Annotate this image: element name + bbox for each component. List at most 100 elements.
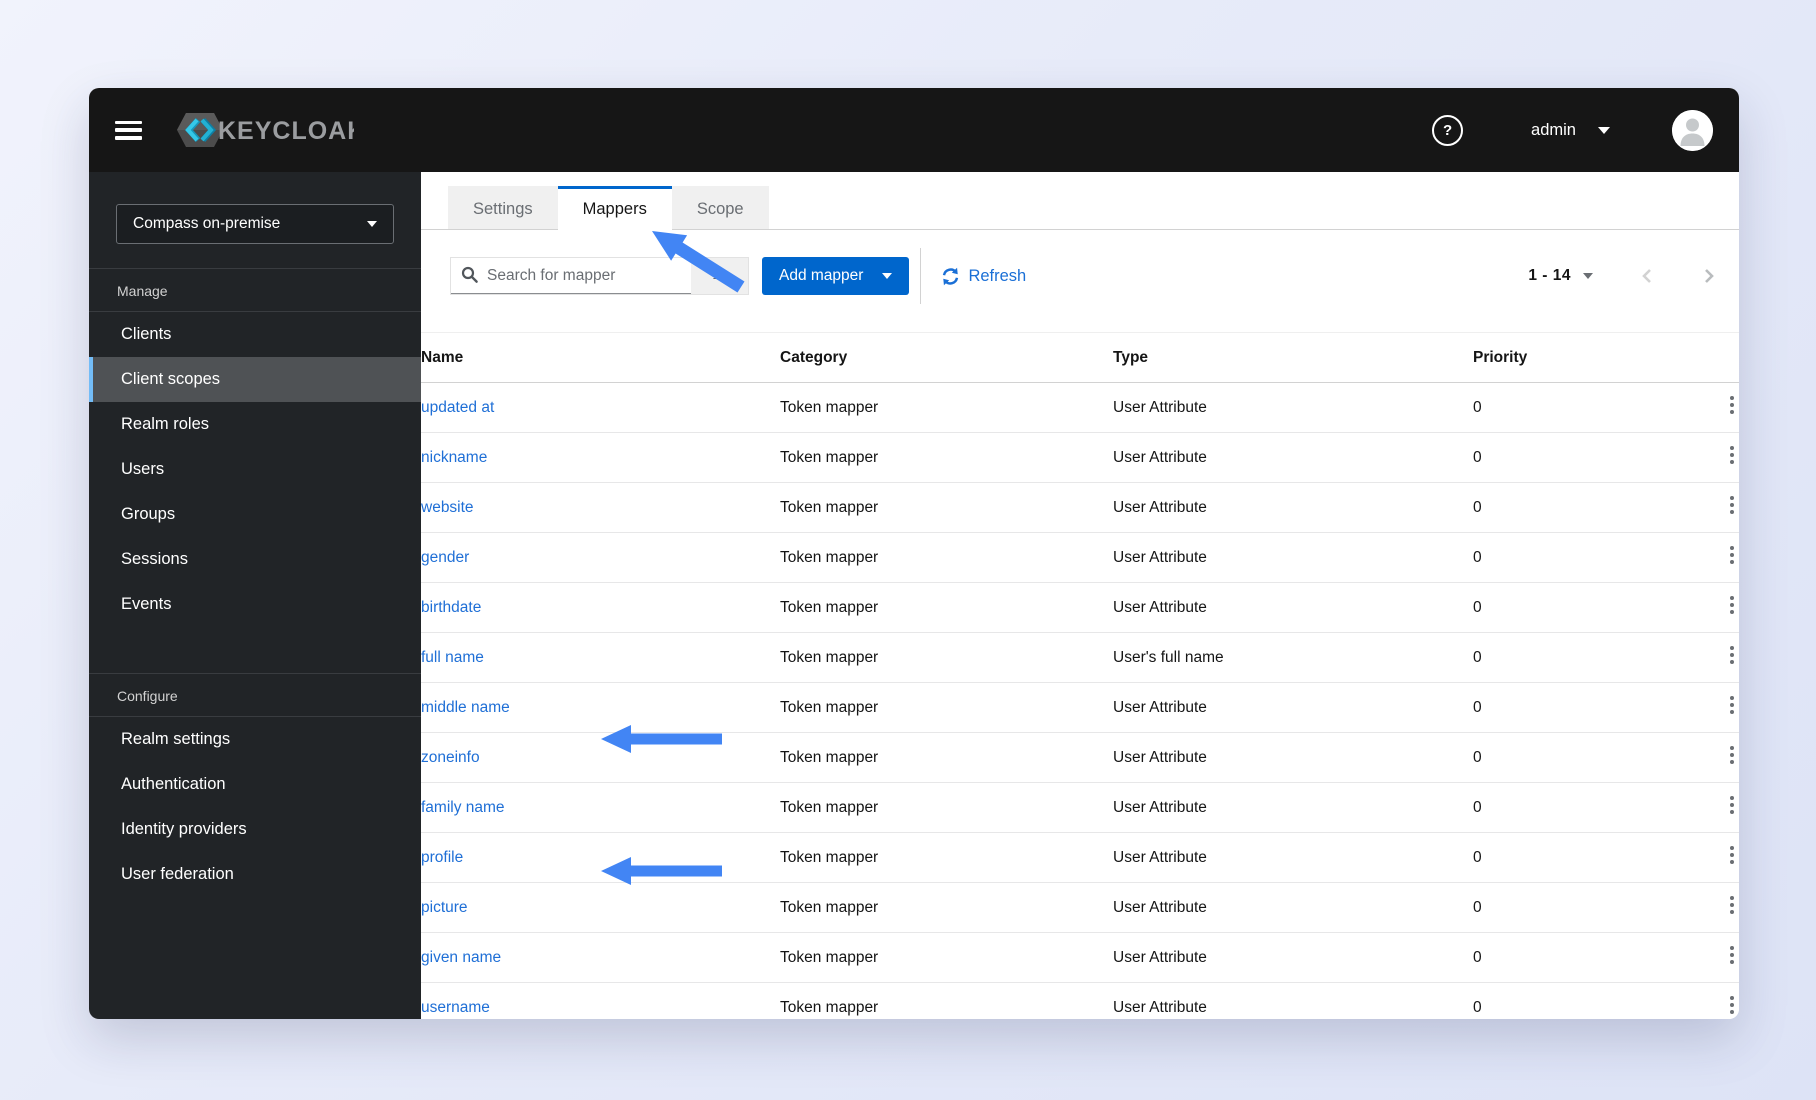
sidebar: Compass on-premise Manage Clients Client … [89,172,421,1019]
column-header-actions [1653,332,1739,383]
mapper-link[interactable]: birthdate [421,599,481,616]
sidebar-item-realm-settings[interactable]: Realm settings [89,717,421,762]
table-row: updated at Token mapper User Attribute 0 [421,382,1739,433]
kebab-menu-icon[interactable] [1725,546,1739,564]
tab-mappers[interactable]: Mappers [557,186,672,230]
mapper-link[interactable]: gender [421,549,469,566]
kebab-menu-icon[interactable] [1725,846,1739,864]
kebab-menu-icon[interactable] [1725,596,1739,614]
mapper-link[interactable]: profile [421,849,463,866]
tab-scope[interactable]: Scope [671,186,769,230]
main-content: SettingsMappersScope → [421,172,1739,1019]
masthead: KEYCLOAK ? admin [89,88,1739,172]
mapper-link[interactable]: website [421,499,474,516]
cell-priority: 0 [1473,932,1653,983]
cell-type: User Attribute [1113,732,1473,783]
cell-type: User Attribute [1113,932,1473,983]
table-row: full name Token mapper User's full name 0 [421,632,1739,683]
cell-name: website [421,482,780,533]
refresh-icon [943,267,959,285]
table-row: profile Token mapper User Attribute 0 [421,832,1739,883]
column-header-category: Category [780,332,1113,383]
mappers-table: Name Category Type Priority updated at To… [421,332,1739,1019]
toolbar-divider [920,248,922,304]
cell-actions [1653,582,1739,633]
mapper-link[interactable]: username [421,999,490,1016]
sidebar-item-user-federation[interactable]: User federation [89,852,421,897]
sidebar-item-client-scopes[interactable]: Client scopes [89,357,421,402]
chevron-right-icon[interactable] [1702,268,1715,284]
table-row: nickname Token mapper User Attribute 0 [421,432,1739,483]
caret-down-icon[interactable] [1583,273,1593,279]
mapper-link[interactable]: zoneinfo [421,749,480,766]
cell-actions [1653,982,1739,1019]
cell-name: birthdate [421,582,780,633]
cell-type: User Attribute [1113,982,1473,1019]
cell-actions [1653,832,1739,883]
chevron-left-icon[interactable] [1641,268,1654,284]
mapper-link[interactable]: middle name [421,699,510,716]
sidebar-item-identity-providers[interactable]: Identity providers [89,807,421,852]
cell-actions [1653,882,1739,933]
cell-type: User Attribute [1113,382,1473,433]
avatar[interactable] [1672,109,1713,151]
realm-selector[interactable]: Compass on-premise [116,204,394,244]
cell-name: family name [421,782,780,833]
sidebar-item-users[interactable]: Users [89,447,421,492]
table-row: birthdate Token mapper User Attribute 0 [421,582,1739,633]
cell-type: User Attribute [1113,832,1473,883]
user-menu[interactable]: admin [1531,121,1610,140]
help-icon[interactable]: ? [1432,114,1464,146]
hamburger-menu-icon[interactable] [115,120,142,140]
cell-priority: 0 [1473,382,1653,433]
cell-type: User Attribute [1113,482,1473,533]
kebab-menu-icon[interactable] [1725,946,1739,964]
mapper-link[interactable]: full name [421,649,484,666]
sidebar-item-authentication[interactable]: Authentication [89,762,421,807]
table-row: zoneinfo Token mapper User Attribute 0 [421,732,1739,783]
cell-name: picture [421,882,780,933]
kebab-menu-icon[interactable] [1725,796,1739,814]
add-mapper-button[interactable]: Add mapper [762,257,910,295]
tab-settings[interactable]: Settings [448,186,558,230]
table-header-row: Name Category Type Priority [421,332,1739,383]
cell-type: User Attribute [1113,782,1473,833]
sidebar-item-clients[interactable]: Clients [89,312,421,357]
kebab-menu-icon[interactable] [1725,496,1739,514]
mapper-link[interactable]: given name [421,949,501,966]
sidebar-item-realm-roles[interactable]: Realm roles [89,402,421,447]
kebab-menu-icon[interactable] [1725,396,1739,414]
cell-type: User Attribute [1113,682,1473,733]
cell-priority: 0 [1473,832,1653,883]
search-input[interactable] [451,258,691,294]
kebab-menu-icon[interactable] [1725,896,1739,914]
sidebar-item-sessions[interactable]: Sessions [89,537,421,582]
kebab-menu-icon[interactable] [1725,446,1739,464]
cell-name: gender [421,532,780,583]
kebab-menu-icon[interactable] [1725,996,1739,1014]
cell-name: full name [421,632,780,683]
kebab-menu-icon[interactable] [1725,696,1739,714]
table-row: picture Token mapper User Attribute 0 [421,882,1739,933]
cell-category: Token mapper [780,882,1113,933]
kebab-menu-icon[interactable] [1725,746,1739,764]
cell-priority: 0 [1473,632,1653,683]
mapper-link[interactable]: family name [421,799,505,816]
pagination-range: 1 - 14 [1528,267,1571,284]
pagination: 1 - 14 [1528,267,1715,285]
search-submit-button[interactable]: → [691,258,748,294]
sidebar-item-groups[interactable]: Groups [89,492,421,537]
kebab-menu-icon[interactable] [1725,646,1739,664]
cell-priority: 0 [1473,682,1653,733]
cell-category: Token mapper [780,632,1113,683]
mapper-link[interactable]: updated at [421,399,494,416]
refresh-button[interactable]: Refresh [941,267,1026,286]
cell-category: Token mapper [780,732,1113,783]
cell-category: Token mapper [780,932,1113,983]
nav-group-manage: Clients Client scopes Realm roles Users Grou… [89,312,421,627]
cell-priority: 0 [1473,432,1653,483]
cell-type: User Attribute [1113,432,1473,483]
mapper-link[interactable]: nickname [421,449,487,466]
mapper-link[interactable]: picture [421,899,468,916]
sidebar-item-events[interactable]: Events [89,582,421,627]
